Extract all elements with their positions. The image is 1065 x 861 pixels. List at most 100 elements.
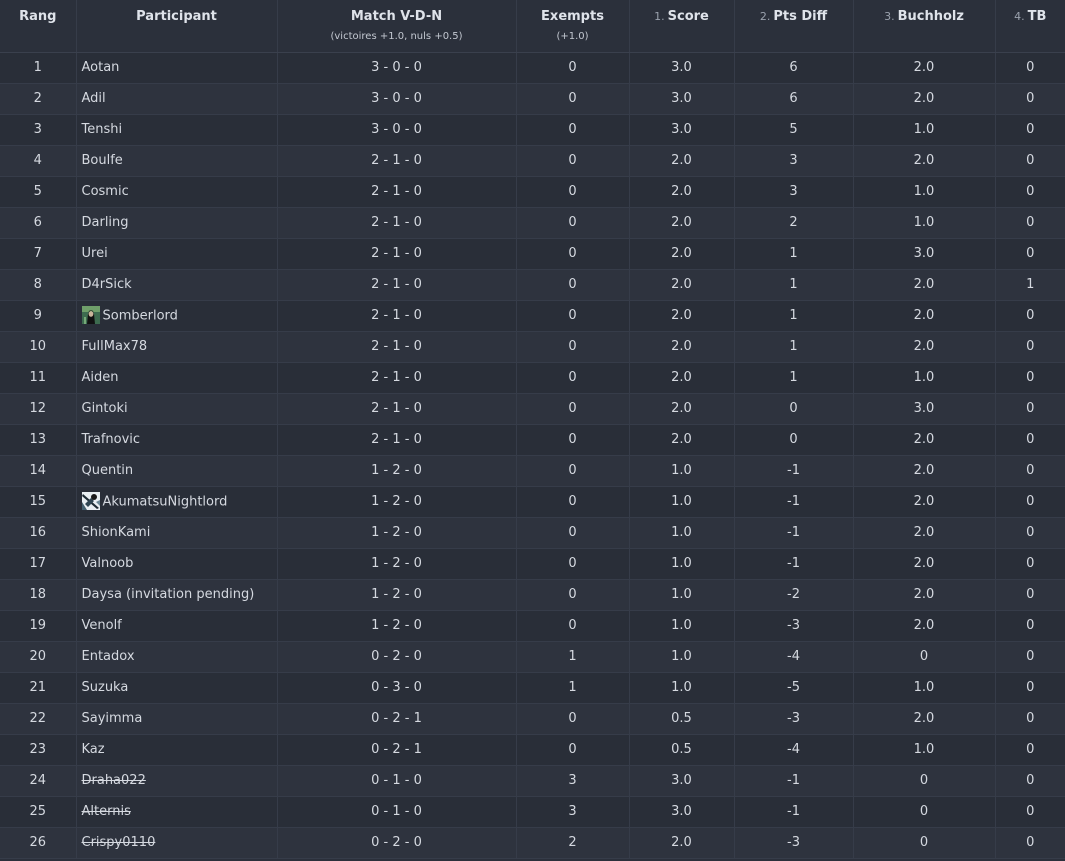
cell-match: 3 - 0 - 0	[276, 114, 516, 146]
cell-tb: 0	[994, 548, 1065, 580]
cell-pts-diff: 6	[733, 52, 853, 84]
cell-exempts: 0	[515, 207, 629, 239]
cell-buchholz: 2.0	[852, 424, 995, 456]
cell-score: 1.0	[628, 455, 734, 487]
cell-rank: 6	[0, 207, 76, 239]
cell-buchholz: 3.0	[852, 238, 995, 270]
cell-participant: Suzuka	[75, 672, 277, 704]
cell-participant: Quentin	[75, 455, 277, 487]
cell-participant: Sayimma	[75, 703, 277, 735]
cell-score: 2.0	[628, 238, 734, 270]
cell-score: 2.0	[628, 145, 734, 177]
participant-name[interactable]: Cosmic	[82, 184, 129, 199]
column-header-ptsdiff[interactable]: 2. Pts Diff	[733, 0, 853, 53]
cell-pts-diff: 1	[733, 300, 853, 332]
cell-buchholz: 2.0	[852, 703, 995, 735]
participant-name[interactable]: Urei	[82, 246, 108, 261]
column-header-exempts[interactable]: Exempts (+1.0)	[515, 0, 629, 53]
participant-name[interactable]: Kaz	[82, 742, 105, 757]
cell-exempts: 0	[515, 114, 629, 146]
participant-name[interactable]: FullMax78	[82, 339, 148, 354]
column-header-participant[interactable]: Participant	[75, 0, 277, 53]
column-header-score[interactable]: 1. Score	[628, 0, 734, 53]
participant-name[interactable]: Daysa (invitation pending)	[82, 587, 255, 602]
participant-name[interactable]: Aiden	[82, 370, 119, 385]
cell-pts-diff: -3	[733, 610, 853, 642]
participant-name[interactable]: AkumatsuNightlord	[103, 494, 228, 509]
participant-name[interactable]: Boulfe	[82, 153, 123, 168]
cell-participant: Cosmic	[75, 176, 277, 208]
participant-name[interactable]: Valnoob	[82, 556, 134, 571]
participant-name[interactable]: Aotan	[82, 60, 120, 75]
participant-name[interactable]: Venolf	[82, 618, 122, 633]
cell-score: 1.0	[628, 517, 734, 549]
akumatsu-avatar	[81, 491, 100, 510]
participant-name[interactable]: Adil	[82, 91, 106, 106]
cell-participant: Aiden	[75, 362, 277, 394]
table-row: 13 Trafnovic 2 - 1 - 0 0 2.0 0 2.0 0	[0, 424, 1065, 456]
cell-pts-diff: 1	[733, 362, 853, 394]
cell-rank: 3	[0, 114, 76, 146]
cell-buchholz: 0	[852, 796, 995, 828]
cell-buchholz: 1.0	[852, 672, 995, 704]
table-row: 22 Sayimma 0 - 2 - 1 0 0.5 -3 2.0 0	[0, 703, 1065, 735]
participant-name[interactable]: Entadox	[82, 649, 135, 664]
cell-tb: 0	[994, 331, 1065, 363]
cell-rank: 12	[0, 393, 76, 425]
cell-match: 0 - 1 - 0	[276, 765, 516, 797]
column-header-tb[interactable]: 4. TB	[994, 0, 1065, 53]
participant-name[interactable]: Sayimma	[82, 711, 143, 726]
cell-match: 0 - 3 - 0	[276, 672, 516, 704]
cell-buchholz: 2.0	[852, 517, 995, 549]
cell-score: 1.0	[628, 610, 734, 642]
cell-tb: 0	[994, 796, 1065, 828]
cell-tb: 0	[994, 579, 1065, 611]
table-row: 20 Entadox 0 - 2 - 0 1 1.0 -4 0 0	[0, 641, 1065, 673]
cell-rank: 17	[0, 548, 76, 580]
cell-tb: 0	[994, 362, 1065, 394]
participant-name[interactable]: Darling	[82, 215, 129, 230]
table-row: 12 Gintoki 2 - 1 - 0 0 2.0 0 3.0 0	[0, 393, 1065, 425]
cell-score: 1.0	[628, 579, 734, 611]
participant-name[interactable]: Tenshi	[82, 122, 123, 137]
cell-buchholz: 0	[852, 827, 995, 859]
cell-rank: 14	[0, 455, 76, 487]
table-row: 5 Cosmic 2 - 1 - 0 0 2.0 3 1.0 0	[0, 176, 1065, 208]
participant-name[interactable]: Quentin	[82, 463, 134, 478]
cell-buchholz: 1.0	[852, 362, 995, 394]
column-header-buchholz[interactable]: 3. Buchholz	[852, 0, 995, 53]
cell-pts-diff: -1	[733, 765, 853, 797]
cell-tb: 0	[994, 455, 1065, 487]
cell-participant: Daysa (invitation pending)	[75, 579, 277, 611]
participant-name[interactable]: Gintoki	[82, 401, 128, 416]
column-header-match[interactable]: Match V-D-N (victoires +1.0, nuls +0.5)	[276, 0, 516, 53]
participant-name[interactable]: Draha022	[82, 773, 146, 788]
column-header-rank[interactable]: Rang	[0, 0, 76, 53]
cell-rank: 15	[0, 486, 76, 518]
cell-buchholz: 3.0	[852, 393, 995, 425]
cell-match: 2 - 1 - 0	[276, 238, 516, 270]
cell-rank: 26	[0, 827, 76, 859]
cell-exempts: 3	[515, 796, 629, 828]
participant-name[interactable]: Alternis	[82, 804, 131, 819]
participant-name[interactable]: ShionKami	[82, 525, 151, 540]
cell-buchholz: 2.0	[852, 548, 995, 580]
cell-tb: 0	[994, 238, 1065, 270]
cell-exempts: 2	[515, 827, 629, 859]
column-header-rank-label: Rang	[19, 9, 57, 24]
cell-participant: Aotan	[75, 52, 277, 84]
column-header-exempts-sub: (+1.0)	[556, 31, 589, 42]
participant-name[interactable]: Somberlord	[103, 308, 178, 323]
cell-pts-diff: 5	[733, 114, 853, 146]
participant-name[interactable]: Trafnovic	[82, 432, 141, 447]
cell-rank: 24	[0, 765, 76, 797]
cell-participant: Crispy0110	[75, 827, 277, 859]
cell-pts-diff: -4	[733, 641, 853, 673]
standings-header: Rang Participant Match V-D-N (victoires …	[0, 0, 1065, 53]
participant-name[interactable]: D4rSick	[82, 277, 132, 292]
cell-exempts: 0	[515, 145, 629, 177]
participant-name[interactable]: Suzuka	[82, 680, 129, 695]
table-row: 18 Daysa (invitation pending) 1 - 2 - 0 0 1.…	[0, 579, 1065, 611]
participant-name[interactable]: Crispy0110	[82, 835, 156, 850]
cell-rank: 16	[0, 517, 76, 549]
